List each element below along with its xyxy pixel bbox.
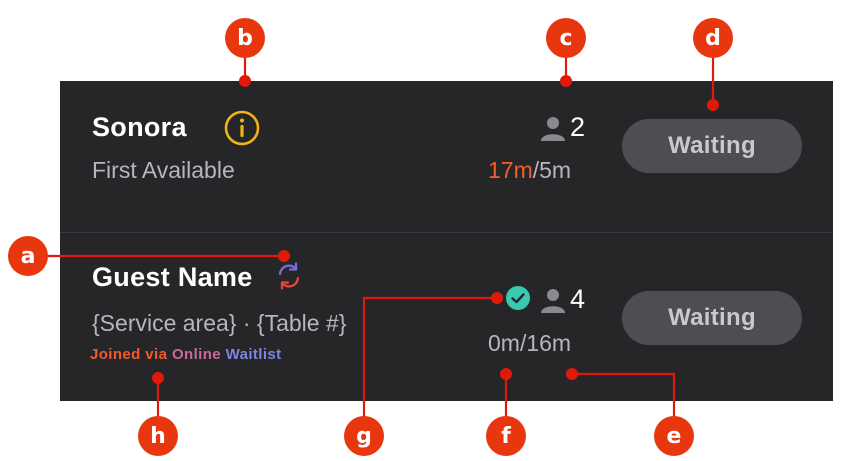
callout-badge-f: f xyxy=(486,416,526,456)
callout-lines xyxy=(48,38,715,418)
callout-c-anchor xyxy=(560,75,572,87)
callout-d-anchor xyxy=(707,99,719,111)
callout-g-anchor xyxy=(491,292,503,304)
callout-badge-h: h xyxy=(138,416,178,456)
callout-badge-c: c xyxy=(546,18,586,58)
callout-h-anchor xyxy=(152,372,164,384)
callout-e-anchor xyxy=(566,368,578,380)
callout-badge-g: g xyxy=(344,416,384,456)
callout-badge-d: d xyxy=(693,18,733,58)
callout-badge-b: b xyxy=(225,18,265,58)
callout-f-anchor xyxy=(500,368,512,380)
callout-badge-a: a xyxy=(8,236,48,276)
callout-badge-e: e xyxy=(654,416,694,456)
callout-b-anchor xyxy=(239,75,251,87)
callout-a-anchor xyxy=(278,250,290,262)
